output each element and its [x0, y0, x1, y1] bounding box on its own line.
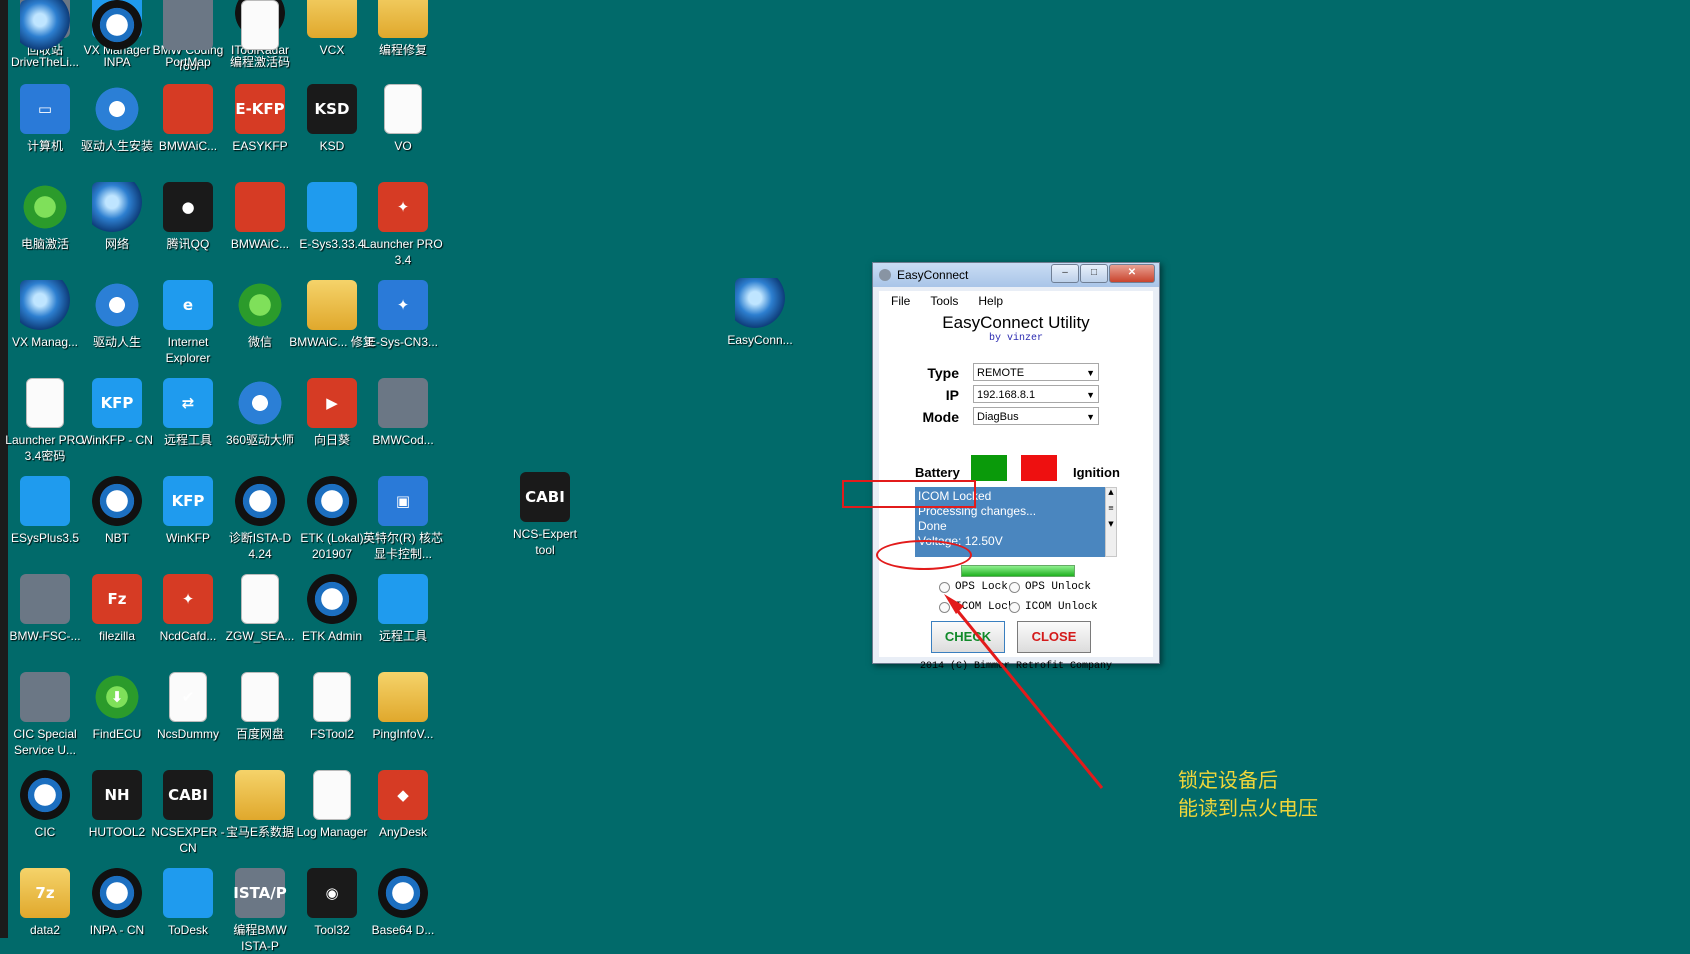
annotation-note: 锁定设备后 能读到点火电压: [1178, 766, 1318, 822]
annotation-line: 锁定设备后: [1178, 768, 1278, 792]
annotation-line: 能读到点火电压: [1178, 796, 1318, 820]
annotation-arrow: [944, 594, 1104, 789]
